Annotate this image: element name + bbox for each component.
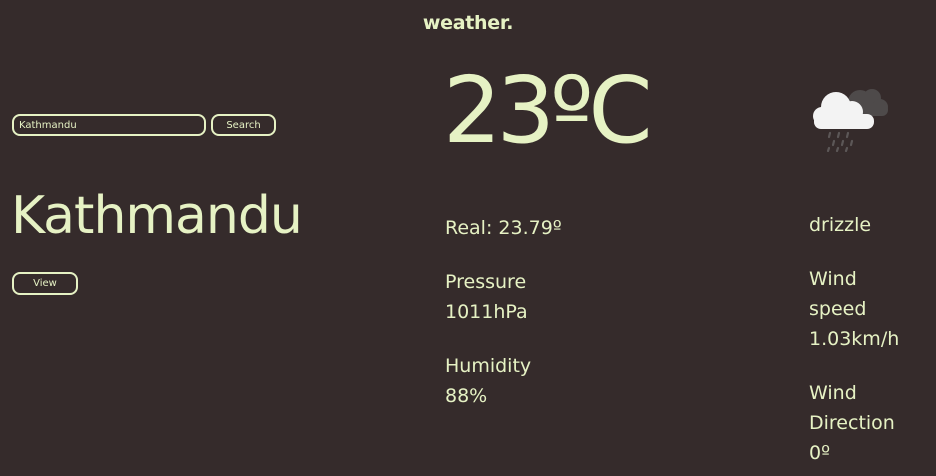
- city-name: Kathmandu: [11, 186, 303, 246]
- pressure-label: Pressure: [445, 271, 527, 293]
- weather-description: drizzle: [809, 210, 871, 240]
- humidity-label: Humidity: [445, 355, 532, 377]
- wind-speed-stat: Wind speed 1.03km/h: [809, 264, 899, 354]
- wind-speed-value: 1.03km/h: [809, 328, 900, 350]
- app-title: weather.: [422, 12, 514, 34]
- search-button[interactable]: Search: [211, 114, 276, 136]
- temperature-display: 23ºC: [443, 57, 653, 164]
- wind-direction-value: 0º: [809, 442, 831, 464]
- real-feel: Real: 23.79º: [445, 213, 562, 243]
- real-feel-text: Real: 23.79º: [445, 217, 562, 239]
- wind-direction-label-line1: Wind: [809, 382, 857, 404]
- wind-speed-label-line2: speed: [809, 298, 867, 320]
- wind-speed-label-line1: Wind: [809, 268, 857, 290]
- pressure-stat: Pressure 1011hPa: [445, 267, 528, 327]
- rain-cloud-icon: [808, 80, 892, 153]
- weather-description-text: drizzle: [809, 214, 872, 236]
- wind-direction-stat: Wind Direction 0º: [809, 378, 895, 468]
- view-button[interactable]: View: [12, 272, 78, 295]
- humidity-value: 88%: [445, 385, 488, 407]
- humidity-stat: Humidity 88%: [445, 351, 531, 411]
- wind-direction-label-line2: Direction: [809, 412, 895, 434]
- pressure-value: 1011hPa: [445, 301, 528, 323]
- weather-app: weather. Search Kathmandu View 23ºC: [0, 0, 936, 476]
- search-input[interactable]: [12, 114, 206, 136]
